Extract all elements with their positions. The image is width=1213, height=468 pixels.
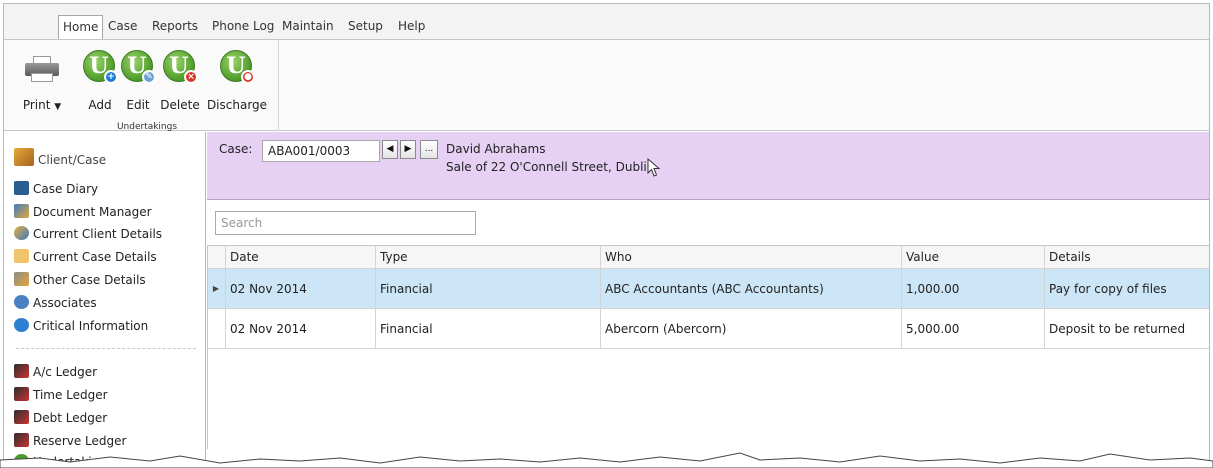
add-undertaking-icon: U + bbox=[83, 50, 118, 84]
info-icon bbox=[14, 318, 29, 332]
ribbon-separator bbox=[278, 40, 279, 131]
tab-setup[interactable]: Setup bbox=[344, 15, 387, 39]
discharge-label: Discharge bbox=[206, 98, 268, 112]
cell-who: ABC Accountants (ABC Accountants) bbox=[600, 269, 901, 308]
sidebar-item-document-manager[interactable]: Document Manager bbox=[14, 202, 152, 222]
cell-who: Abercorn (Abercorn) bbox=[600, 309, 901, 348]
case-description: Sale of 22 O'Connell Street, Dublin bbox=[446, 160, 655, 174]
cell-details: Deposit to be returned bbox=[1044, 309, 1209, 348]
document-manager-icon bbox=[14, 204, 29, 218]
menu-bar: Home Case Reports Phone Log Maintain Set… bbox=[4, 4, 1209, 40]
delete-button[interactable]: U × Delete bbox=[158, 50, 202, 120]
printer-icon bbox=[25, 56, 59, 82]
case-header: Case: ABA001/0003 ◀ ▶ ... David Abrahams… bbox=[207, 132, 1209, 200]
case-number-field[interactable]: ABA001/0003 bbox=[262, 140, 380, 162]
delete-label: Delete bbox=[160, 98, 200, 112]
case-label: Case: bbox=[219, 142, 253, 156]
edit-undertaking-icon: U ✎ bbox=[121, 50, 156, 84]
sidebar-item-time-ledger[interactable]: Time Ledger bbox=[14, 385, 108, 405]
sidebar-item-current-case-details[interactable]: Current Case Details bbox=[14, 247, 157, 267]
other-case-icon bbox=[14, 272, 29, 286]
search-input[interactable]: Search bbox=[215, 211, 476, 235]
column-header-details[interactable]: Details bbox=[1044, 246, 1209, 268]
sidebar-item-client-case[interactable]: Client/Case bbox=[14, 148, 106, 170]
sidebar-divider bbox=[16, 348, 196, 349]
cell-value: 5,000.00 bbox=[901, 309, 1044, 348]
cell-type: Financial bbox=[375, 309, 600, 348]
undertakings-grid: Date Type Who Value Details ▶ 02 Nov 201… bbox=[207, 245, 1209, 449]
delete-undertaking-icon: U × bbox=[163, 50, 198, 84]
mouse-cursor-icon bbox=[647, 158, 661, 177]
sidebar-item-current-client-details[interactable]: Current Client Details bbox=[14, 224, 162, 244]
table-row[interactable]: ▶ 02 Nov 2014 Financial ABC Accountants … bbox=[207, 269, 1209, 309]
dropdown-arrow-icon: ▼ bbox=[54, 102, 62, 112]
ledger-icon bbox=[14, 364, 29, 378]
sidebar: Client/Case Case Diary Document Manager … bbox=[4, 132, 206, 464]
triangle-right-icon: ▶ bbox=[404, 144, 412, 154]
column-header-date[interactable]: Date bbox=[225, 246, 375, 268]
sidebar-item-associates[interactable]: Associates bbox=[14, 293, 97, 313]
torn-edge bbox=[0, 452, 1213, 468]
next-case-button[interactable]: ▶ bbox=[400, 140, 416, 159]
add-button[interactable]: U + Add bbox=[82, 50, 118, 120]
grid-header: Date Type Who Value Details bbox=[207, 245, 1209, 269]
cell-date: 02 Nov 2014 bbox=[225, 269, 375, 308]
edit-button[interactable]: U ✎ Edit bbox=[120, 50, 156, 120]
sidebar-item-case-diary[interactable]: Case Diary bbox=[14, 179, 98, 199]
discharge-button[interactable]: U ● Discharge bbox=[206, 50, 268, 120]
tab-reports[interactable]: Reports bbox=[148, 15, 202, 39]
sidebar-item-ac-ledger[interactable]: A/c Ledger bbox=[14, 362, 97, 382]
ledger-icon bbox=[14, 387, 29, 401]
tab-phone-log[interactable]: Phone Log bbox=[208, 15, 278, 39]
previous-case-button[interactable]: ◀ bbox=[382, 140, 398, 159]
column-header-value[interactable]: Value bbox=[901, 246, 1044, 268]
cell-date: 02 Nov 2014 bbox=[225, 309, 375, 348]
triangle-left-icon: ◀ bbox=[386, 144, 394, 154]
tab-case[interactable]: Case bbox=[104, 15, 141, 39]
column-header-type[interactable]: Type bbox=[375, 246, 600, 268]
ledger-icon bbox=[14, 410, 29, 424]
sidebar-item-other-case-details[interactable]: Other Case Details bbox=[14, 270, 146, 290]
cell-value: 1,000.00 bbox=[901, 269, 1044, 308]
sidebar-item-critical-information[interactable]: Critical Information bbox=[14, 316, 148, 336]
ribbon: Print ▼ U + Add U ✎ Edit U × Delete U ● Disc… bbox=[4, 39, 1209, 132]
discharge-undertaking-icon: U ● bbox=[220, 50, 255, 84]
cell-details: Pay for copy of files bbox=[1044, 269, 1209, 308]
sidebar-item-debt-ledger[interactable]: Debt Ledger bbox=[14, 408, 107, 428]
client-name: David Abrahams bbox=[446, 142, 546, 156]
tab-help[interactable]: Help bbox=[394, 15, 429, 39]
print-button[interactable]: Print ▼ bbox=[18, 50, 66, 120]
gavel-icon bbox=[14, 148, 34, 166]
cell-type: Financial bbox=[375, 269, 600, 308]
ledger-icon bbox=[14, 433, 29, 447]
ribbon-group-label: Undertakings bbox=[116, 122, 178, 132]
edit-label: Edit bbox=[126, 98, 150, 112]
table-row[interactable]: 02 Nov 2014 Financial Abercorn (Abercorn… bbox=[207, 309, 1209, 349]
associates-icon bbox=[14, 295, 29, 309]
tab-maintain[interactable]: Maintain bbox=[278, 15, 338, 39]
tab-home[interactable]: Home bbox=[58, 15, 104, 39]
book-icon bbox=[14, 181, 29, 195]
add-label: Add bbox=[88, 98, 112, 112]
grid-left-border bbox=[207, 245, 208, 449]
row-indicator-icon: ▶ bbox=[212, 284, 220, 293]
print-label: Print ▼ bbox=[22, 98, 62, 112]
browse-case-button[interactable]: ... bbox=[420, 140, 438, 159]
client-icon bbox=[14, 226, 29, 240]
column-header-who[interactable]: Who bbox=[600, 246, 901, 268]
case-details-icon bbox=[14, 249, 29, 263]
app-window: Home Case Reports Phone Log Maintain Set… bbox=[3, 3, 1210, 465]
